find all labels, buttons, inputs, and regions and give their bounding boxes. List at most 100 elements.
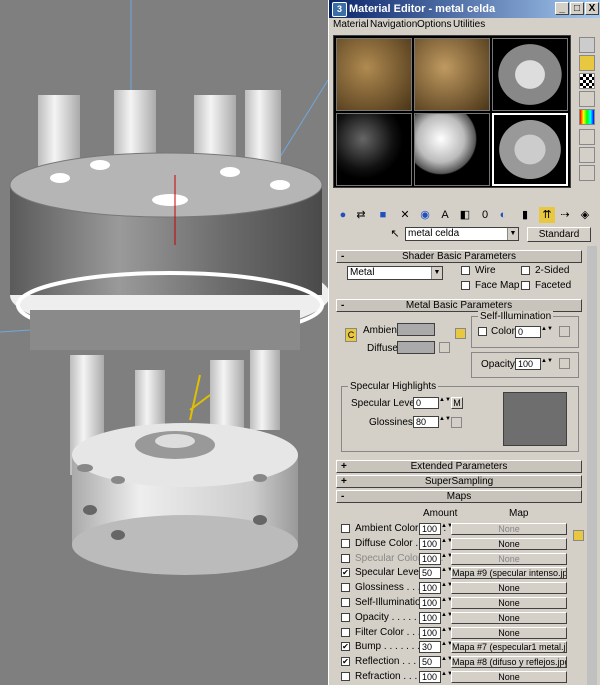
- map-amount-field[interactable]: 100: [419, 611, 441, 624]
- map-amount-spinner[interactable]: ▲▼: [441, 553, 453, 565]
- map-slot-button[interactable]: None: [451, 597, 567, 609]
- assign-to-selection-icon[interactable]: ■: [375, 207, 391, 223]
- shader-type-dropdown[interactable]: Metal ▼: [347, 266, 443, 280]
- sample-slot-5[interactable]: [414, 113, 490, 186]
- self-illum-color-checkbox[interactable]: [478, 327, 487, 336]
- material-navigator-icon[interactable]: ◈: [577, 207, 593, 223]
- maps-lock-icon[interactable]: [573, 530, 584, 541]
- rollout-maps-header[interactable]: - Maps: [336, 490, 582, 503]
- map-amount-spinner[interactable]: ▲▼: [441, 567, 453, 579]
- shader-dropdown-icon[interactable]: ▼: [431, 267, 442, 279]
- get-material-icon[interactable]: ●: [335, 207, 351, 223]
- map-amount-field[interactable]: 100: [419, 552, 441, 565]
- glossiness-map-button[interactable]: [451, 417, 462, 428]
- self-illum-value-field[interactable]: 0: [515, 326, 541, 338]
- opacity-field[interactable]: 100: [515, 358, 541, 370]
- map-slot-button[interactable]: None: [451, 537, 567, 550]
- select-by-material-icon[interactable]: [579, 165, 595, 181]
- map-amount-field[interactable]: 100: [419, 597, 441, 609]
- map-slot-button[interactable]: Mapa #9 (specular intenso.jpg): [451, 567, 567, 580]
- map-slot-button[interactable]: Mapa #7 (especular1 metal.jpg): [451, 641, 567, 654]
- map-amount-field[interactable]: 100: [419, 626, 441, 639]
- menu-material[interactable]: Material: [333, 19, 369, 30]
- maximize-button[interactable]: □: [570, 2, 584, 15]
- map-enable-checkbox[interactable]: [341, 524, 350, 533]
- map-slot-button[interactable]: None: [451, 552, 567, 565]
- put-to-scene-icon[interactable]: ⇄: [353, 207, 369, 223]
- ambient-diffuse-lock-button[interactable]: C: [345, 328, 357, 342]
- go-forward-sibling-icon[interactable]: ⇢: [557, 207, 573, 223]
- map-enable-checkbox[interactable]: [341, 612, 350, 622]
- rollout-supersampling-header[interactable]: + SuperSampling: [336, 475, 582, 488]
- show-end-result-icon[interactable]: ▮: [517, 207, 533, 223]
- sample-slot-3[interactable]: [492, 38, 568, 111]
- show-map-icon[interactable]: ◐: [495, 207, 511, 223]
- face-map-checkbox[interactable]: [461, 281, 470, 290]
- sample-slot-2[interactable]: [414, 38, 490, 111]
- glossiness-spinner[interactable]: ▲▼: [439, 416, 451, 428]
- pick-material-eyedropper-icon[interactable]: ↖: [387, 226, 403, 242]
- map-amount-spinner[interactable]: ▲▼: [441, 656, 453, 668]
- faceted-checkbox[interactable]: [521, 281, 530, 290]
- copy-material-icon[interactable]: ◉: [417, 207, 433, 223]
- reset-icon[interactable]: ✕: [397, 207, 413, 223]
- map-enable-checkbox[interactable]: [341, 583, 350, 593]
- glossiness-field[interactable]: 80: [413, 416, 439, 428]
- menu-navigation[interactable]: Navigation: [370, 19, 417, 30]
- map-slot-button[interactable]: None: [451, 611, 567, 624]
- lock-icon[interactable]: [455, 328, 466, 339]
- map-amount-field[interactable]: 50: [419, 567, 441, 580]
- two-sided-checkbox[interactable]: [521, 266, 530, 275]
- close-button[interactable]: X: [585, 2, 599, 15]
- map-enable-checkbox[interactable]: [341, 553, 350, 563]
- diffuse-color-swatch[interactable]: [397, 341, 435, 354]
- sample-type-icon[interactable]: [579, 37, 595, 53]
- map-enable-checkbox[interactable]: [341, 627, 350, 637]
- material-name-dropdown-icon[interactable]: ▼: [507, 228, 518, 240]
- map-amount-spinner[interactable]: ▲▼: [441, 627, 453, 639]
- rollout-extended-header[interactable]: + Extended Parameters: [336, 460, 582, 473]
- map-amount-spinner[interactable]: ▲▼: [441, 523, 453, 535]
- make-preview-icon[interactable]: [579, 129, 595, 145]
- wire-checkbox[interactable]: [461, 266, 470, 275]
- map-amount-spinner[interactable]: ▲▼: [441, 612, 453, 624]
- map-enable-checkbox[interactable]: ✔: [341, 657, 350, 667]
- map-amount-field[interactable]: 100: [419, 582, 441, 595]
- material-effects-icon[interactable]: 0: [477, 207, 493, 223]
- map-enable-checkbox[interactable]: [341, 672, 350, 681]
- map-slot-button[interactable]: None: [451, 626, 567, 639]
- opacity-map-button[interactable]: [559, 358, 570, 369]
- go-to-parent-icon[interactable]: ⇈: [539, 207, 555, 223]
- map-enable-checkbox[interactable]: [341, 538, 350, 548]
- map-amount-field[interactable]: 50: [419, 656, 441, 669]
- minimize-button[interactable]: _: [555, 2, 569, 15]
- sample-uv-tiling-icon[interactable]: [579, 91, 595, 107]
- opacity-spinner[interactable]: ▲▼: [541, 358, 553, 370]
- map-enable-checkbox[interactable]: ✔: [341, 642, 350, 652]
- material-name-field[interactable]: metal celda ▼: [405, 227, 519, 241]
- sample-slot-6-active[interactable]: [492, 113, 568, 186]
- map-amount-spinner[interactable]: ▲▼: [441, 641, 453, 653]
- map-slot-button[interactable]: None: [451, 523, 567, 535]
- map-amount-spinner[interactable]: ▲▼: [441, 538, 453, 550]
- backlight-icon[interactable]: [579, 55, 595, 71]
- rollout-scrollbar[interactable]: [587, 246, 597, 685]
- specular-level-map-button[interactable]: M: [451, 397, 463, 409]
- map-enable-checkbox[interactable]: ✔: [341, 568, 350, 578]
- diffuse-map-button[interactable]: [439, 342, 450, 353]
- sample-slot-1[interactable]: [336, 38, 412, 111]
- make-unique-icon[interactable]: A: [437, 207, 453, 223]
- self-illum-map-button[interactable]: [559, 326, 570, 337]
- viewport-perspective[interactable]: [0, 0, 328, 685]
- map-amount-spinner[interactable]: ▲▼: [441, 671, 453, 683]
- specular-level-field[interactable]: 0: [413, 397, 439, 409]
- map-slot-button[interactable]: None: [451, 671, 567, 683]
- rollout-shader-basic-header[interactable]: - Shader Basic Parameters: [336, 250, 582, 263]
- menu-utilities[interactable]: Utilities: [453, 19, 485, 30]
- map-amount-field[interactable]: 100: [419, 671, 441, 683]
- sample-slot-4[interactable]: [336, 113, 412, 186]
- options-icon[interactable]: [579, 147, 595, 163]
- material-type-button[interactable]: Standard: [527, 227, 591, 242]
- put-to-library-icon[interactable]: ◧: [457, 207, 473, 223]
- map-slot-button[interactable]: None: [451, 582, 567, 595]
